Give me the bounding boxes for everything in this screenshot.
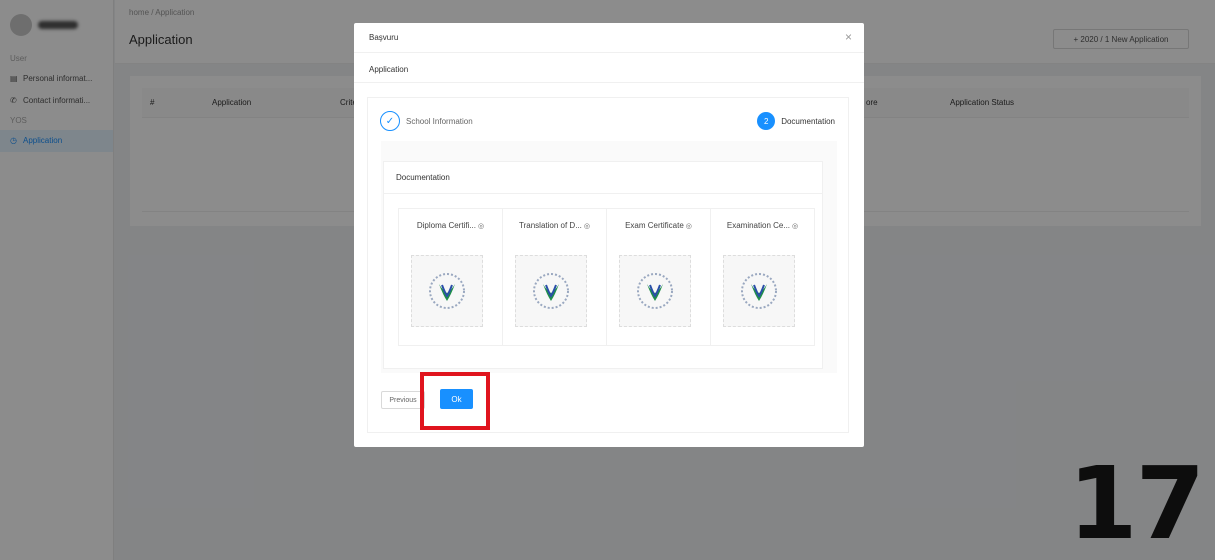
document-thumbnail[interactable] <box>723 255 795 327</box>
document-label-text: Translation of D... <box>519 221 582 230</box>
highlight-box <box>420 372 490 430</box>
tutorial-step-number: 17 <box>1068 445 1205 560</box>
document-thumbnail[interactable] <box>619 255 691 327</box>
eye-icon[interactable]: ◎ <box>584 223 590 230</box>
eye-icon[interactable]: ◎ <box>792 223 798 230</box>
modal-subheader: Application <box>354 53 864 83</box>
university-logo-icon <box>533 273 569 309</box>
step-number-badge: 2 <box>757 112 776 130</box>
document-label[interactable]: Examination Ce... ◎ <box>711 221 814 230</box>
document-label[interactable]: Exam Certificate ◎ <box>607 221 710 230</box>
document-thumbnail[interactable] <box>515 255 587 327</box>
document-item: Translation of D... ◎ <box>502 208 607 346</box>
step-label: School Information <box>406 116 473 126</box>
close-icon[interactable]: × <box>845 30 852 44</box>
university-logo-icon <box>637 273 673 309</box>
step-documentation[interactable]: 2 Documentation <box>757 112 835 130</box>
university-logo-icon <box>741 273 777 309</box>
university-logo-icon <box>429 273 465 309</box>
document-item: Exam Certificate ◎ <box>606 208 711 346</box>
step-school-information[interactable]: ✓ School Information <box>380 111 473 131</box>
eye-icon[interactable]: ◎ <box>478 223 484 230</box>
document-item: Diploma Certifi... ◎ <box>398 208 503 346</box>
modal-title: Başvuru <box>369 33 399 42</box>
step-label: Documentation <box>781 116 835 126</box>
previous-button[interactable]: Previous <box>381 391 425 409</box>
documentation-title: Documentation <box>384 162 822 194</box>
modal-subtitle: Application <box>369 65 409 74</box>
check-icon: ✓ <box>380 111 400 131</box>
document-label-text: Examination Ce... <box>726 221 791 230</box>
document-label[interactable]: Translation of D... ◎ <box>503 221 606 230</box>
document-label[interactable]: Diploma Certifi... ◎ <box>399 221 502 230</box>
documentation-panel: Documentation Diploma Certifi... ◎ Trans… <box>381 141 837 373</box>
document-thumbnail[interactable] <box>411 255 483 327</box>
eye-icon[interactable]: ◎ <box>686 223 692 230</box>
document-label-text: Exam Certificate <box>625 221 684 230</box>
documentation-card: Documentation Diploma Certifi... ◎ Trans… <box>383 161 823 369</box>
document-item: Examination Ce... ◎ <box>710 208 815 346</box>
document-label-text: Diploma Certifi... <box>416 221 476 230</box>
modal-header: Başvuru × <box>354 23 864 53</box>
